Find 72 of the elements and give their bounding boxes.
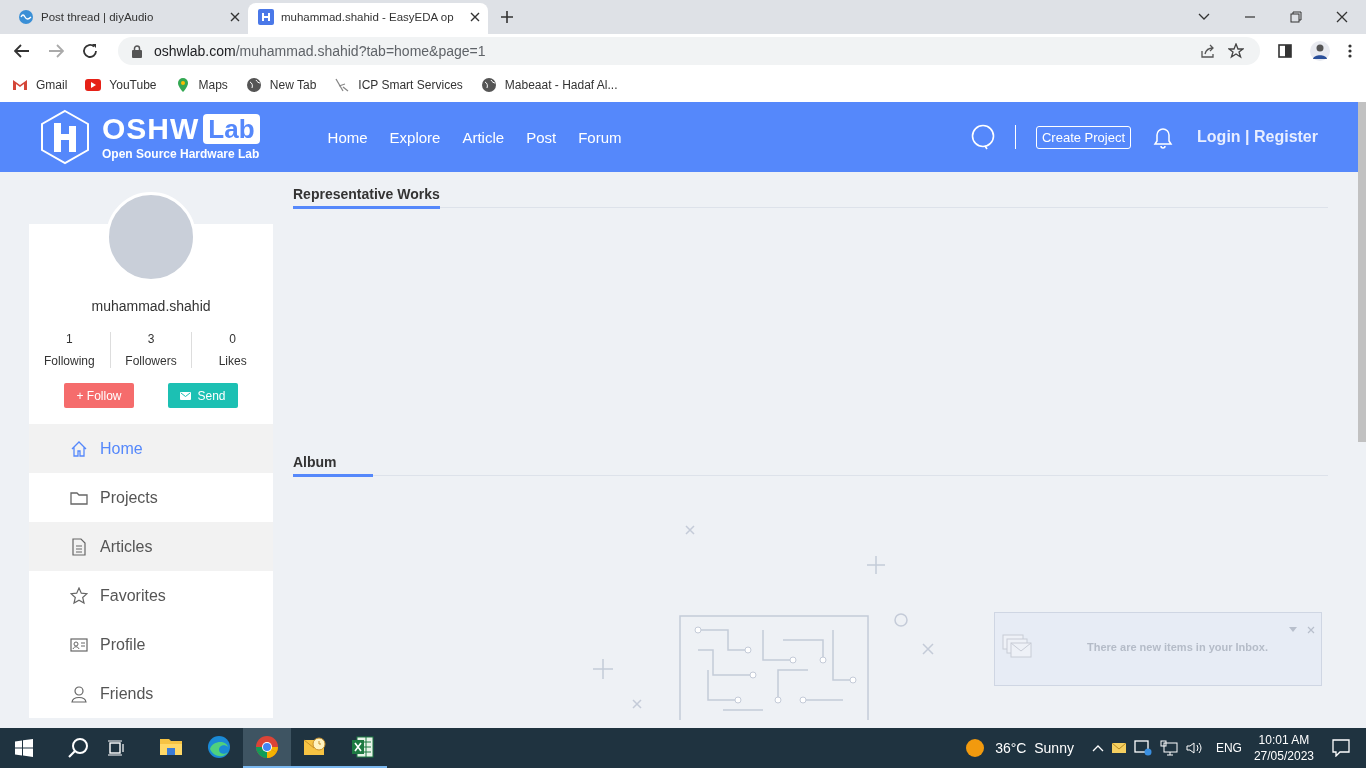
clock[interactable]: 10:01 AM 27/05/2023 — [1253, 732, 1314, 764]
network-icon[interactable] — [1159, 740, 1178, 756]
logo-text: OSHW — [102, 113, 200, 145]
section-heading: Representative Works — [293, 186, 440, 209]
star-icon — [70, 586, 88, 605]
document-icon — [70, 537, 88, 556]
spreadsheet-icon — [351, 735, 375, 759]
hexagon-logo-icon — [40, 109, 90, 165]
person-icon — [70, 684, 88, 703]
envelope-icon — [180, 391, 192, 400]
play-icon — [85, 77, 102, 93]
house-icon — [70, 439, 88, 458]
section-heading: Album — [293, 454, 373, 477]
id-card-icon — [70, 635, 88, 654]
notification-center-icon[interactable] — [1332, 739, 1350, 757]
sun-icon — [965, 738, 986, 758]
stat-count: 1 — [65, 332, 74, 346]
sidebar-menu-item[interactable]: Profile — [29, 620, 273, 669]
language-indicator[interactable]: ENG — [1215, 741, 1242, 755]
chrome-icon — [255, 735, 279, 759]
bookmark-link[interactable]: New Tab — [245, 77, 317, 93]
username: muhammad.shahid — [90, 298, 212, 314]
logo-tagline: Open Source Hardware Lab — [102, 147, 260, 161]
back-icon[interactable] — [14, 44, 30, 58]
browser-tab[interactable]: muhammad.shahid - EasyEDA op — [248, 3, 488, 34]
globe-icon — [480, 77, 497, 93]
bookmark-link[interactable]: ICP Smart Services — [334, 77, 463, 93]
sidebar-menu-item[interactable]: Friends — [29, 669, 273, 718]
stat-label: Likes — [217, 354, 248, 368]
weather-text: 36°C Sunny — [995, 740, 1074, 756]
site-favicon — [18, 9, 34, 25]
close-icon[interactable] — [470, 12, 480, 22]
chevron-up-icon[interactable] — [1091, 744, 1104, 752]
logo-badge: Lab — [203, 114, 260, 144]
restore-icon[interactable] — [1290, 11, 1302, 23]
bookmark-link[interactable]: Mabeaat - Hadaf Al... — [480, 77, 618, 93]
profile-avatar-icon[interactable] — [1310, 41, 1330, 61]
share-icon[interactable] — [1200, 43, 1216, 59]
bookmark-link[interactable]: YouTube — [85, 77, 157, 93]
speaker-icon[interactable] — [1185, 741, 1204, 755]
lock-icon — [132, 44, 142, 58]
sidebar-menu-item[interactable]: Articles — [29, 522, 273, 571]
search-icon[interactable] — [67, 737, 89, 759]
side-panel-icon[interactable] — [1278, 44, 1292, 58]
stat-count: 3 — [146, 332, 156, 346]
mail-icon — [12, 77, 28, 93]
scrollbar-thumb[interactable] — [1358, 102, 1366, 442]
star-icon[interactable] — [1228, 43, 1244, 59]
sidebar-menu-item[interactable]: Projects — [29, 473, 273, 522]
browser-tab[interactable]: Post thread | diyAudio — [8, 3, 248, 31]
task-view-icon[interactable] — [107, 740, 125, 756]
bookmark-link[interactable]: Gmail — [12, 77, 68, 93]
url-text: oshwlab.com/muhammad.shahid?tab=home&page=1 — [154, 43, 486, 59]
dropdown-icon[interactable] — [1198, 13, 1210, 21]
windows-start-icon[interactable] — [15, 739, 33, 757]
browser-wave-icon — [207, 735, 231, 759]
close-icon[interactable] — [230, 12, 240, 22]
globe-icon — [245, 77, 262, 93]
close-icon[interactable] — [1336, 11, 1348, 23]
new-tab-icon[interactable] — [500, 10, 514, 24]
stat-count: 0 — [228, 332, 237, 346]
stat-label: Following — [43, 354, 96, 368]
envelopes-icon — [1001, 633, 1033, 661]
envelope-icon[interactable] — [1111, 743, 1126, 753]
reload-icon[interactable] — [82, 43, 98, 59]
stat-label: Followers — [124, 354, 178, 368]
remote-display-icon[interactable] — [1133, 740, 1152, 756]
sidebar-menu-item[interactable]: Favorites — [29, 571, 273, 620]
bookmark-link[interactable]: Maps — [174, 77, 228, 93]
menu-icon[interactable] — [1348, 44, 1352, 58]
site-favicon — [258, 9, 274, 25]
address-bar[interactable]: oshwlab.com/muhammad.shahid?tab=home&page=1 — [118, 37, 1260, 65]
